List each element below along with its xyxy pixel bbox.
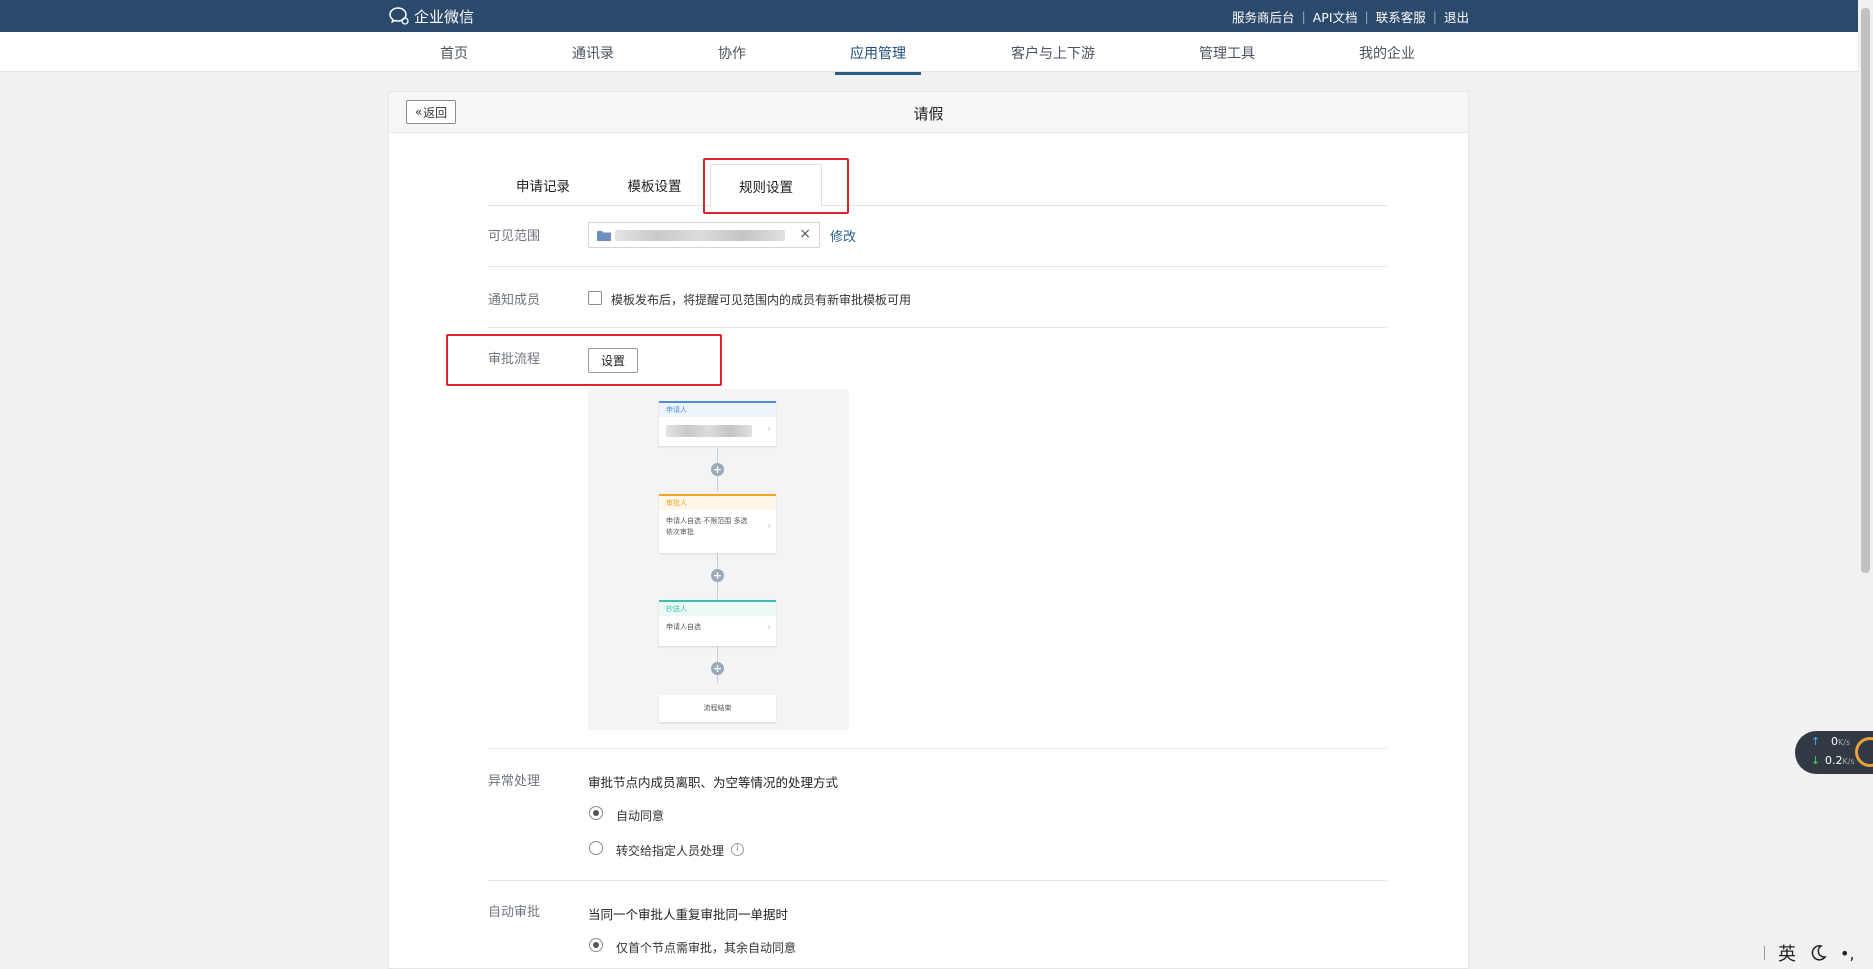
scope-edit-link[interactable]: 修改 [830, 226, 856, 245]
chevron-right-icon: › [767, 424, 771, 435]
exception-label: 异常处理 [488, 774, 541, 789]
scope-value-blurred [615, 229, 785, 241]
cc-node-body: 申请人自选 › [659, 616, 776, 639]
add-node-icon[interactable]: + [711, 463, 724, 476]
auto-approve-option-label: 仅首个节点需审批，其余自动同意 [616, 941, 797, 955]
nav-my-company[interactable]: 我的企业 [1359, 43, 1415, 63]
divider [487, 327, 1387, 328]
approval-flow-preview[interactable]: 申请人 › + 审批人 申请人自选 不限范围 多选 依次审批 › + 抄送人 申… [588, 389, 849, 730]
notify-checkbox[interactable] [588, 291, 602, 305]
cc-node: 抄送人 申请人自选 › [659, 600, 776, 646]
tab-template-settings[interactable]: 模板设置 [599, 164, 710, 206]
chevron-right-icon: › [767, 521, 771, 532]
scrollbar-thumb[interactable] [1861, 8, 1870, 573]
top-links: 服务商后台 | API文档 | 联系客服 | 退出 [1232, 7, 1469, 26]
chevron-right-icon: › [767, 622, 771, 632]
upload-arrow-icon: ↑ [1811, 735, 1821, 748]
add-node-icon[interactable]: + [711, 662, 724, 675]
api-docs-link[interactable]: API文档 [1313, 7, 1358, 26]
applicant-node: 申请人 › [659, 401, 776, 446]
link-divider: | [1301, 9, 1306, 24]
applicant-node-title: 申请人 [659, 403, 776, 417]
upload-speed: 0K/s [1831, 735, 1851, 748]
folder-icon [597, 230, 611, 241]
ime-indicator: 英 •, [1764, 940, 1855, 966]
divider [487, 880, 1387, 881]
contact-support-link[interactable]: 联系客服 [1376, 7, 1426, 26]
tab-bar: 申请记录 模板设置 规则设置 [487, 164, 1387, 207]
exception-description: 审批节点内成员离职、为空等情况的处理方式 [588, 775, 839, 790]
provider-admin-link[interactable]: 服务商后台 [1232, 7, 1295, 26]
auto-approve-option-radio[interactable] [589, 938, 603, 952]
flow-end-node: 流程结束 [659, 695, 776, 722]
ime-divider [1764, 946, 1765, 960]
exception-option-transfer-radio[interactable] [589, 841, 603, 855]
download-speed: 0.2K/s [1825, 754, 1855, 767]
cc-node-text: 申请人自选 [666, 623, 701, 631]
logout-link[interactable]: 退出 [1444, 7, 1469, 26]
scope-label: 可见范围 [488, 229, 541, 244]
speed-ring-icon [1855, 737, 1873, 767]
top-bar: 企业微信 服务商后台 | API文档 | 联系客服 | 退出 [0, 0, 1873, 32]
tab-application-records[interactable]: 申请记录 [487, 164, 599, 206]
main-nav: 首页 通讯录 协作 应用管理 客户与上下游 管理工具 我的企业 [0, 32, 1873, 75]
content-card: « 返回 请假 申请记录 模板设置 规则设置 可见范围 × 修改 通知成员 模板… [388, 91, 1469, 969]
page-scrollbar[interactable] [1858, 0, 1873, 969]
approver-node-body: 申请人自选 不限范围 多选 依次审批 › [659, 510, 776, 544]
link-divider: | [1364, 9, 1369, 24]
applicant-node-body: › [659, 417, 776, 443]
divider [487, 266, 1387, 267]
notify-label: 通知成员 [488, 293, 541, 308]
add-node-icon[interactable]: + [711, 569, 724, 582]
network-speed-widget[interactable]: ↑ 0K/s ↓ 0.2K/s [1795, 731, 1873, 774]
exception-option-transfer-label: 转交给指定人员处理 [616, 844, 725, 858]
card-header: « 返回 请假 [389, 92, 1468, 133]
exception-option-auto-approve-radio[interactable] [589, 806, 603, 820]
approver-node-title: 审批人 [659, 496, 776, 510]
nav-collaboration[interactable]: 协作 [718, 43, 746, 63]
nav-home[interactable]: 首页 [440, 43, 468, 63]
brand-name: 企业微信 [414, 7, 475, 26]
divider [487, 748, 1387, 749]
nav-app-management[interactable]: 应用管理 [835, 43, 921, 75]
wecom-logo-icon [389, 7, 409, 25]
download-arrow-icon: ↓ [1811, 754, 1821, 767]
highlight-box-tab [703, 158, 849, 214]
auto-approve-label: 自动审批 [488, 905, 541, 920]
brand-logo[interactable]: 企业微信 [388, 5, 474, 27]
punctuation-icon[interactable]: •, [1840, 944, 1855, 963]
approver-node-text: 申请人自选 不限范围 多选 依次审批 [666, 517, 748, 536]
nav-customers[interactable]: 客户与上下游 [1011, 43, 1095, 63]
ime-language[interactable]: 英 [1778, 940, 1796, 966]
applicant-blurred [666, 425, 752, 437]
nav-management-tools[interactable]: 管理工具 [1199, 43, 1255, 63]
notify-checkbox-text: 模板发布后，将提醒可见范围内的成员有新审批模板可用 [611, 293, 912, 307]
exception-option-auto-approve-label: 自动同意 [616, 809, 665, 823]
auto-approve-description: 当同一个审批人重复审批同一单据时 [588, 907, 789, 922]
link-divider: | [1432, 9, 1437, 24]
nav-contacts[interactable]: 通讯录 [572, 43, 614, 63]
page-title: 请假 [913, 105, 944, 123]
clear-icon[interactable]: × [799, 226, 811, 242]
moon-icon[interactable] [1809, 944, 1827, 962]
approver-node: 审批人 申请人自选 不限范围 多选 依次审批 › [659, 494, 776, 553]
cc-node-title: 抄送人 [659, 602, 776, 616]
highlight-box-flow [446, 334, 722, 386]
info-icon[interactable]: i [731, 843, 744, 856]
scope-field[interactable]: × [588, 222, 820, 248]
